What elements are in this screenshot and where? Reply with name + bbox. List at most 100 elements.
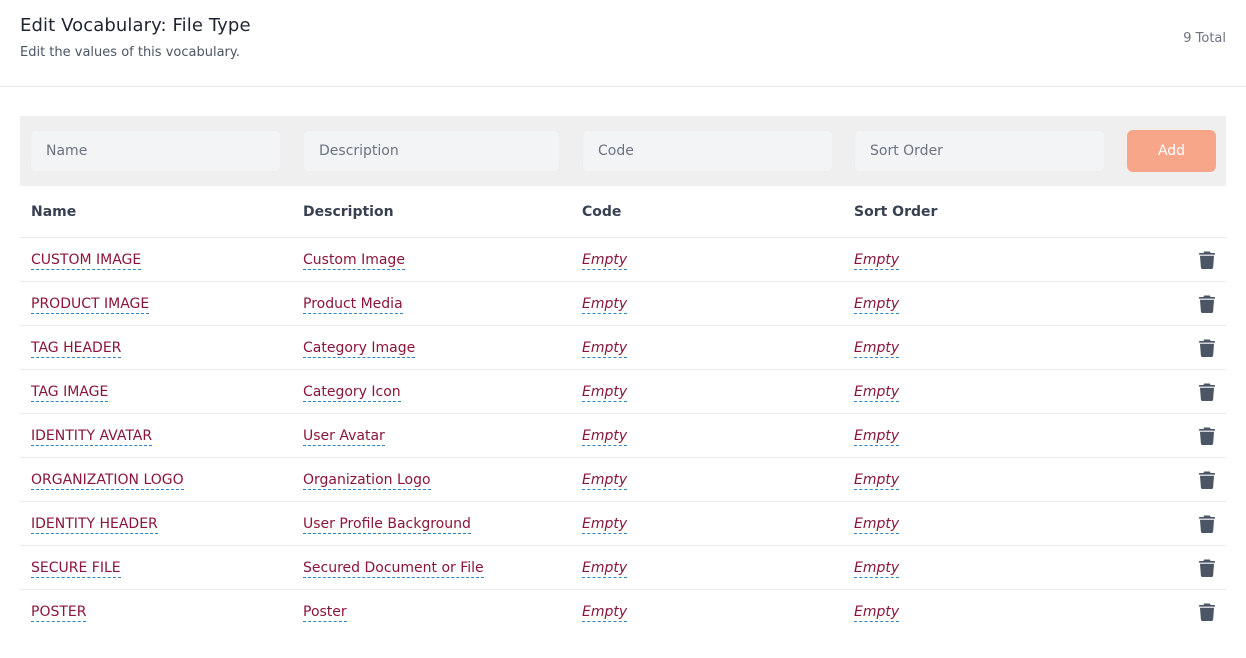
trash-icon[interactable] (1198, 251, 1216, 269)
editable-sort-order[interactable]: Empty (854, 251, 900, 270)
editable-code[interactable]: Empty (582, 383, 628, 402)
column-header-actions (1116, 186, 1226, 238)
editable-sort-order[interactable]: Empty (854, 471, 900, 490)
description-cell: User Avatar (292, 413, 571, 458)
name-cell: SECURE FILE (20, 545, 292, 590)
actions-cell (1116, 501, 1226, 546)
sort-order-cell: Empty (843, 413, 1116, 458)
sort-order-cell: Empty (843, 325, 1116, 370)
editable-description[interactable]: Organization Logo (303, 471, 431, 490)
sort-order-cell: Empty (843, 237, 1116, 282)
editable-code[interactable]: Empty (582, 251, 628, 270)
description-cell: Secured Document or File (292, 545, 571, 590)
description-cell: Category Icon (292, 369, 571, 414)
page-header: Edit Vocabulary: File Type Edit the valu… (0, 0, 1246, 87)
editable-name[interactable]: POSTER (31, 603, 87, 622)
actions-cell (1116, 237, 1226, 282)
sort-order-cell: Empty (843, 457, 1116, 502)
editable-description[interactable]: Category Image (303, 339, 416, 358)
editable-description[interactable]: User Avatar (303, 427, 385, 446)
table-row: SECURE FILE Secured Document or File Emp… (20, 545, 1226, 590)
editable-sort-order[interactable]: Empty (854, 295, 900, 314)
code-cell: Empty (571, 325, 843, 370)
name-cell: TAG HEADER (20, 325, 292, 370)
editable-description[interactable]: Product Media (303, 295, 403, 314)
trash-icon[interactable] (1198, 383, 1216, 401)
sort-order-input[interactable] (854, 130, 1105, 172)
editable-description[interactable]: Poster (303, 603, 347, 622)
editable-name[interactable]: ORGANIZATION LOGO (31, 471, 184, 490)
sort-order-cell: Empty (843, 501, 1116, 546)
editable-description[interactable]: User Profile Background (303, 515, 471, 534)
editable-name[interactable]: TAG HEADER (31, 339, 122, 358)
sort-order-cell: Empty (843, 369, 1116, 414)
actions-cell (1116, 281, 1226, 326)
name-input[interactable] (30, 130, 281, 172)
trash-icon[interactable] (1198, 471, 1216, 489)
trash-icon[interactable] (1198, 339, 1216, 357)
editable-sort-order[interactable]: Empty (854, 383, 900, 402)
description-cell: Poster (292, 590, 571, 634)
editable-code[interactable]: Empty (582, 471, 628, 490)
editable-code[interactable]: Empty (582, 295, 628, 314)
table-header-row: Name Description Code Sort Order (20, 186, 1226, 238)
editable-description[interactable]: Secured Document or File (303, 559, 484, 578)
editable-name[interactable]: CUSTOM IMAGE (31, 251, 142, 270)
editable-code[interactable]: Empty (582, 515, 628, 534)
trash-icon[interactable] (1198, 295, 1216, 313)
editable-code[interactable]: Empty (582, 339, 628, 358)
editable-name[interactable]: PRODUCT IMAGE (31, 295, 150, 314)
trash-icon[interactable] (1198, 603, 1216, 621)
editable-sort-order[interactable]: Empty (854, 339, 900, 358)
editable-code[interactable]: Empty (582, 603, 628, 622)
description-cell: Organization Logo (292, 457, 571, 502)
total-count: 9 Total (1183, 31, 1226, 46)
code-cell: Empty (571, 501, 843, 546)
editable-code[interactable]: Empty (582, 427, 628, 446)
actions-cell (1116, 457, 1226, 502)
editable-description[interactable]: Category Icon (303, 383, 401, 402)
editable-sort-order[interactable]: Empty (854, 603, 900, 622)
actions-cell (1116, 325, 1226, 370)
name-cell: TAG IMAGE (20, 369, 292, 414)
page-title: Edit Vocabulary: File Type (20, 15, 251, 36)
column-header-name: Name (20, 186, 292, 238)
trash-icon[interactable] (1198, 515, 1216, 533)
editable-sort-order[interactable]: Empty (854, 515, 900, 534)
page-subtitle: Edit the values of this vocabulary. (20, 45, 240, 60)
editable-name[interactable]: IDENTITY AVATAR (31, 427, 153, 446)
table-row: TAG IMAGE Category Icon Empty Empty (20, 369, 1226, 414)
code-input[interactable] (582, 130, 833, 172)
table-row: TAG HEADER Category Image Empty Empty (20, 325, 1226, 370)
table-row: CUSTOM IMAGE Custom Image Empty Empty (20, 237, 1226, 282)
editable-name[interactable]: IDENTITY HEADER (31, 515, 158, 534)
description-cell: User Profile Background (292, 501, 571, 546)
sort-order-cell: Empty (843, 281, 1116, 326)
editable-code[interactable]: Empty (582, 559, 628, 578)
name-cell: IDENTITY AVATAR (20, 413, 292, 458)
actions-cell (1116, 369, 1226, 414)
name-cell: PRODUCT IMAGE (20, 281, 292, 326)
code-cell: Empty (571, 369, 843, 414)
column-header-description: Description (292, 186, 571, 238)
trash-icon[interactable] (1198, 427, 1216, 445)
add-button[interactable]: Add (1127, 130, 1216, 172)
editable-sort-order[interactable]: Empty (854, 559, 900, 578)
name-cell: ORGANIZATION LOGO (20, 457, 292, 502)
code-cell: Empty (571, 590, 843, 634)
editable-name[interactable]: SECURE FILE (31, 559, 121, 578)
code-cell: Empty (571, 457, 843, 502)
name-cell: IDENTITY HEADER (20, 501, 292, 546)
name-cell: POSTER (20, 590, 292, 634)
sort-order-cell: Empty (843, 590, 1116, 634)
column-header-code: Code (571, 186, 843, 238)
trash-icon[interactable] (1198, 559, 1216, 577)
column-header-sort-order: Sort Order (843, 186, 1116, 238)
description-input[interactable] (303, 130, 560, 172)
sort-order-cell: Empty (843, 545, 1116, 590)
editable-sort-order[interactable]: Empty (854, 427, 900, 446)
actions-cell (1116, 545, 1226, 590)
editable-name[interactable]: TAG IMAGE (31, 383, 109, 402)
editable-description[interactable]: Custom Image (303, 251, 405, 270)
code-cell: Empty (571, 545, 843, 590)
